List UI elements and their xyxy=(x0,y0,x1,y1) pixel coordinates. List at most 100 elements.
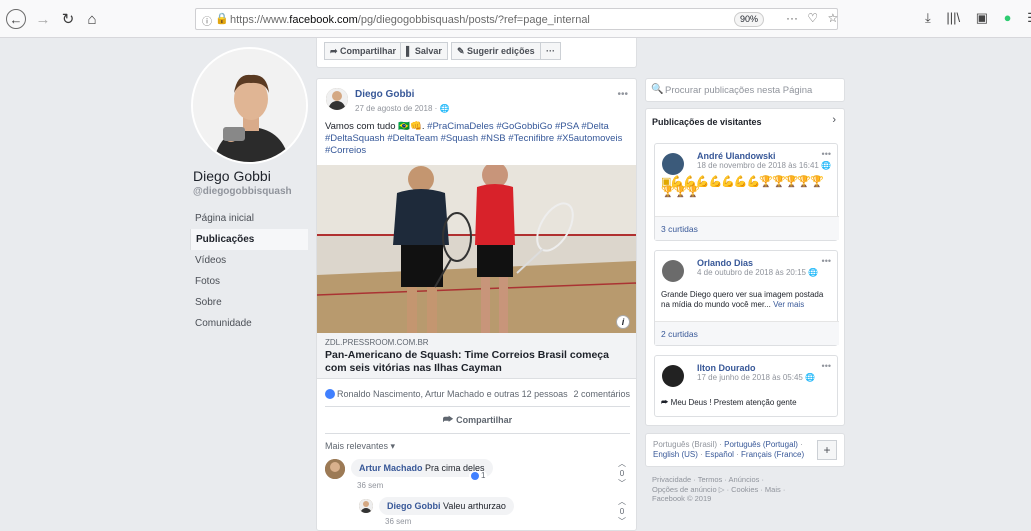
chevron-right-icon[interactable]: › xyxy=(832,114,836,126)
visitor-name[interactable]: Orlando Dias xyxy=(697,258,753,268)
post-options-icon[interactable]: ••• xyxy=(617,89,628,100)
back-icon[interactable]: ← xyxy=(6,9,26,29)
page-name[interactable]: Diego Gobbi xyxy=(193,168,271,184)
comment-reaction-count[interactable]: 1 xyxy=(469,471,488,480)
suggest-edits-button[interactable]: ✎ Sugerir edições xyxy=(451,42,541,60)
copyright: Facebook © 2019 xyxy=(652,494,712,503)
visitor-text: Grande Diego quero ver sua imagem postad… xyxy=(661,290,833,310)
visitor-post-options-icon[interactable]: ••• xyxy=(822,149,831,159)
page-actions-menu-icon[interactable]: ··· xyxy=(786,11,798,25)
reply-time[interactable]: 36 sem xyxy=(385,517,411,526)
more-button[interactable]: ··· xyxy=(540,42,561,60)
nav-item-videos[interactable]: Vídeos xyxy=(190,250,308,271)
comment-vote[interactable]: ︿ 0 ﹀ xyxy=(618,459,626,489)
visitor-post: Orlando Dias 4 de outubro de 2018 às 20:… xyxy=(654,250,839,346)
nav-item-home[interactable]: Página inicial xyxy=(190,208,308,229)
info-icon[interactable]: ⓘ xyxy=(202,13,212,28)
lock-icon[interactable]: 🔒 xyxy=(215,12,229,25)
commenter-avatar[interactable] xyxy=(325,459,345,479)
sidebar-icon[interactable]: ▣ xyxy=(976,10,988,25)
visitor-avatar[interactable] xyxy=(662,365,684,387)
post-author[interactable]: Diego Gobbi xyxy=(355,89,414,100)
link-preview[interactable]: ZDL.PRESSROOM.COM.BR Pan-Americano de Sq… xyxy=(317,333,636,379)
globe-icon: 🌐 xyxy=(821,161,832,170)
footer-line[interactable]: Privacidade · Termos · Anúncios · xyxy=(652,475,837,485)
info-icon[interactable]: i xyxy=(616,315,630,329)
page-search-box[interactable]: 🔍 Procurar publicações nesta Página xyxy=(645,78,845,102)
share-page-button[interactable]: ➦ Compartilhar xyxy=(324,42,403,60)
footer-line[interactable]: Opções de anúncio ▷ · Cookies · Mais · xyxy=(652,485,837,495)
page-handle[interactable]: @diegogobbisquash xyxy=(193,186,292,197)
language-link[interactable]: English (US) xyxy=(653,450,698,459)
comment-author[interactable]: Artur Machado xyxy=(359,463,423,473)
visitor-name[interactable]: Ilton Dourado xyxy=(697,363,756,373)
language-link[interactable]: Español xyxy=(705,450,734,459)
page-action-bar: ➦ Compartilhar ▌ Salvar ✎ Sugerir ediçõe… xyxy=(316,38,637,68)
visitor-date[interactable]: 18 de novembro de 2018 às 16:41 🌐 xyxy=(697,161,831,170)
nav-item-community[interactable]: Comunidade xyxy=(190,313,308,334)
comments-count[interactable]: 2 comentários xyxy=(573,389,630,399)
reply-vote-count: 0 xyxy=(619,507,625,516)
home-icon[interactable]: ⌂ xyxy=(82,9,102,29)
suggest-label: Sugerir edições xyxy=(467,46,535,56)
reload-icon[interactable]: ↻ xyxy=(58,9,78,29)
post-text: Vamos com tudo 🇧🇷👊. #PraCimaDeles #GoGob… xyxy=(325,121,630,157)
post-date-text: 27 de agosto de 2018 · xyxy=(355,104,440,113)
visitor-likes[interactable]: 3 curtidas xyxy=(655,216,839,240)
save-label: Salvar xyxy=(414,46,442,56)
pocket-icon[interactable]: ♡ xyxy=(807,11,818,25)
visitor-avatar[interactable] xyxy=(662,153,684,175)
reply-vote[interactable]: ︿ 0 ﹀ xyxy=(618,497,626,527)
see-more-link[interactable]: Ver mais xyxy=(773,300,804,309)
zoom-indicator[interactable]: 90% xyxy=(734,12,764,27)
visitor-date[interactable]: 4 de outubro de 2018 às 20:15 🌐 xyxy=(697,268,818,277)
search-input[interactable]: Procurar publicações nesta Página xyxy=(665,85,812,96)
visitor-avatar[interactable] xyxy=(662,260,684,282)
author-avatar[interactable] xyxy=(326,88,348,110)
visitor-post-options-icon[interactable]: ••• xyxy=(822,256,831,266)
nav-item-posts[interactable]: Publicações xyxy=(190,229,308,250)
url-bar[interactable]: ⓘ 🔒 https://www.facebook.com/pg/diegogob… xyxy=(195,8,838,30)
menu-icon[interactable]: ☰ xyxy=(1027,10,1031,25)
share-button[interactable]: ⮫ Compartilhar xyxy=(325,406,630,434)
bookmark-star-icon[interactable]: ☆ xyxy=(827,11,838,25)
reactions-summary[interactable]: Ronaldo Nascimento, Artur Machado e outr… xyxy=(325,389,568,399)
visitor-date[interactable]: 17 de junho de 2018 às 05:45 🌐 xyxy=(697,373,815,382)
language-current: Português (Brasil) xyxy=(653,440,718,449)
visitor-likes[interactable]: 2 curtidas xyxy=(655,321,839,345)
visitor-date-text: 17 de junho de 2018 às 05:45 xyxy=(697,373,806,382)
browser-right-icons: ⤓ |||\ ▣ ● ☰ xyxy=(925,10,1031,26)
forward-icon[interactable]: → xyxy=(33,9,53,29)
reply-avatar[interactable] xyxy=(359,499,373,513)
save-button[interactable]: ▌ Salvar xyxy=(400,42,448,60)
comment-likes: 1 xyxy=(481,471,486,480)
nav-item-photos[interactable]: Fotos xyxy=(190,271,308,292)
reply-author[interactable]: Diego Gobbi xyxy=(387,501,441,511)
visitor-post-options-icon[interactable]: ••• xyxy=(822,361,831,371)
link-domain: ZDL.PRESSROOM.COM.BR xyxy=(325,338,429,347)
visitor-date-text: 4 de outubro de 2018 às 20:15 xyxy=(697,268,809,277)
post-date[interactable]: 27 de agosto de 2018 · 🌐 xyxy=(355,104,449,113)
pencil-icon: ✎ xyxy=(457,46,468,56)
extension-check-icon[interactable]: ● xyxy=(1004,10,1012,25)
like-icon xyxy=(471,472,479,480)
language-link[interactable]: Português (Portugal) xyxy=(724,440,798,449)
visitor-posts-header[interactable]: Publicações de visitantes xyxy=(652,117,762,127)
left-nav: Página inicial Publicações Vídeos Fotos … xyxy=(190,208,308,334)
library-icon[interactable]: |||\ xyxy=(946,10,960,25)
download-icon[interactable]: ⤓ xyxy=(925,10,931,25)
comment-time[interactable]: 36 sem xyxy=(357,481,383,490)
language-box: Português (Brasil) · Português (Portugal… xyxy=(645,433,845,467)
url-text[interactable]: https://www.facebook.com/pg/diegogobbisq… xyxy=(230,14,590,26)
profile-picture[interactable] xyxy=(191,47,308,164)
visitor-name[interactable]: André Ulandowski xyxy=(697,151,776,161)
post-photo[interactable]: i xyxy=(317,165,636,333)
post-card: Diego Gobbi 27 de agosto de 2018 · 🌐 •••… xyxy=(316,78,637,531)
reply-bubble: Diego Gobbi Valeu arthurzao xyxy=(379,497,514,515)
comment-sort-dropdown[interactable]: Mais relevantes ▾ xyxy=(325,441,395,452)
nav-item-about[interactable]: Sobre xyxy=(190,292,308,313)
globe-icon: 🌐 xyxy=(439,104,450,113)
language-link[interactable]: Français (France) xyxy=(741,450,804,459)
add-language-button[interactable]: + xyxy=(817,440,837,460)
visitor-text-body: Meu Deus ! Prestem atenção gente xyxy=(670,398,797,407)
